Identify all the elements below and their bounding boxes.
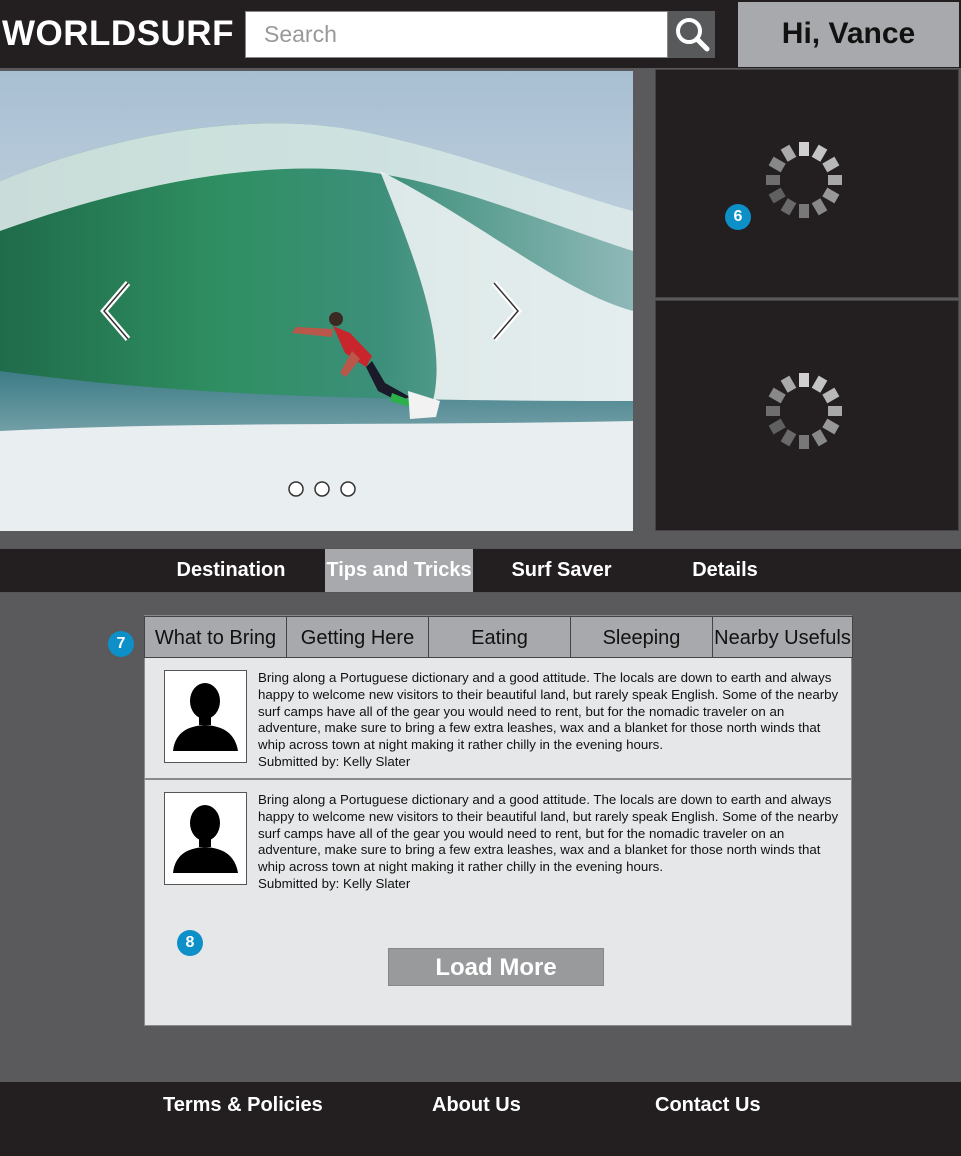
avatar [164,792,247,885]
footer-link-terms[interactable]: Terms & Policies [163,1094,323,1117]
subtab-sleeping[interactable]: Sleeping [570,616,713,658]
annotation-marker: 8 [177,930,203,956]
footer: Terms & Policies About Us Contact Us [0,1082,961,1156]
surf-wave-image [0,71,633,531]
subtab-eating[interactable]: Eating [428,616,571,658]
search-input[interactable] [264,12,654,57]
search-icon [676,18,710,52]
slide-dot[interactable] [288,481,304,497]
footer-link-about[interactable]: About Us [432,1094,521,1117]
loading-spinner-icon [766,373,842,449]
comment-author: Submitted by: Kelly Slater [258,875,411,891]
load-more-button[interactable]: Load More [388,948,604,986]
tab-navigation: Destination Tips and Tricks Surf Saver D… [0,548,961,593]
user-silhouette-icon [173,683,238,751]
search-box [245,11,668,58]
footer-link-contact[interactable]: Contact Us [655,1094,761,1117]
hero-carousel [0,71,633,531]
slide-dot[interactable] [340,481,356,497]
loading-panel [655,69,959,298]
subtab-nearby-usefuls[interactable]: Nearby Usefuls [712,616,853,658]
slide-dot[interactable] [314,481,330,497]
comment-body: Bring along a Portuguese dictionary and … [258,670,850,771]
tips-panel: What to Bring Getting Here Eating Sleepi… [144,615,853,1026]
search-button[interactable] [668,11,715,58]
loading-panel [655,300,959,531]
annotation-marker: 6 [725,204,751,230]
user-silhouette-icon [173,805,238,873]
annotation-marker: 7 [108,631,134,657]
tab-tips-and-tricks[interactable]: Tips and Tricks [325,549,473,592]
divider [145,778,851,780]
comment-item: Bring along a Portuguese dictionary and … [145,659,851,780]
avatar [164,670,247,763]
user-greeting[interactable]: Hi, Vance [738,2,959,67]
loading-spinner-icon [766,142,842,218]
logo[interactable]: WORLDSURF [2,14,234,54]
comment-author: Submitted by: Kelly Slater [258,753,411,769]
comment-text: Bring along a Portuguese dictionary and … [258,670,839,753]
comment-text: Bring along a Portuguese dictionary and … [258,792,839,875]
tab-details[interactable]: Details [670,549,780,592]
tab-surf-saver[interactable]: Surf Saver [496,549,627,592]
comment-item: Bring along a Portuguese dictionary and … [145,781,851,902]
tab-destination[interactable]: Destination [163,549,299,592]
subtab-what-to-bring[interactable]: What to Bring [144,616,287,658]
subtab-getting-here[interactable]: Getting Here [286,616,429,658]
comment-body: Bring along a Portuguese dictionary and … [258,792,850,893]
